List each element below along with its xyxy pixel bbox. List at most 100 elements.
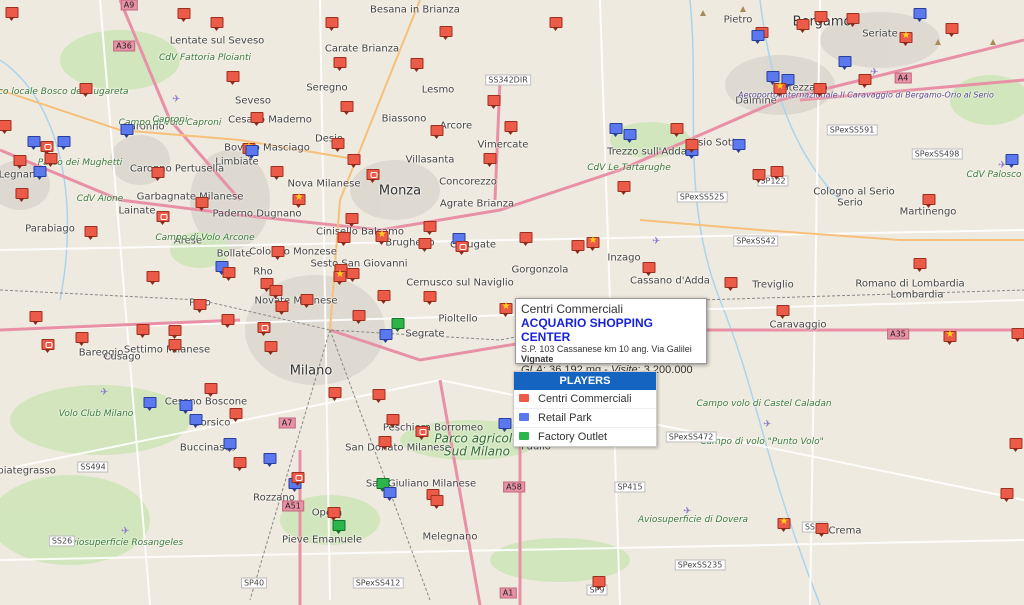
centro-commerciale-marker[interactable]: [229, 408, 243, 422]
legend-item-retail-park[interactable]: Retail Park: [514, 408, 656, 427]
centro-commerciale-marker[interactable]: [375, 229, 389, 245]
centro-commerciale-marker[interactable]: [269, 285, 283, 299]
centro-commerciale-marker[interactable]: [813, 83, 827, 97]
centro-commerciale-marker[interactable]: [250, 112, 264, 126]
centro-commerciale-marker[interactable]: [41, 339, 55, 353]
centro-commerciale-marker[interactable]: [386, 414, 400, 428]
centro-commerciale-marker[interactable]: [777, 516, 791, 532]
centro-commerciale-marker[interactable]: [945, 23, 959, 37]
centro-commerciale-marker[interactable]: [455, 241, 469, 255]
centro-commerciale-marker[interactable]: [1000, 488, 1014, 502]
legend-item-factory-outlet[interactable]: Factory Outlet: [514, 427, 656, 446]
centro-commerciale-marker[interactable]: [423, 221, 437, 235]
centro-commerciale-marker[interactable]: [270, 166, 284, 180]
centro-commerciale-marker[interactable]: [340, 101, 354, 115]
centro-commerciale-marker[interactable]: [418, 238, 432, 252]
centro-commerciale-marker[interactable]: [586, 235, 600, 251]
centro-commerciale-marker[interactable]: [430, 125, 444, 139]
factory-outlet-marker[interactable]: [332, 520, 346, 534]
centro-commerciale-marker[interactable]: [168, 325, 182, 339]
retail-park-marker[interactable]: [609, 123, 623, 137]
retail-park-marker[interactable]: [838, 56, 852, 70]
centro-commerciale-marker[interactable]: [1011, 328, 1024, 342]
centro-commerciale-marker[interactable]: [815, 523, 829, 537]
centro-commerciale-marker[interactable]: [410, 58, 424, 72]
centro-commerciale-marker[interactable]: [483, 153, 497, 167]
centro-commerciale-marker[interactable]: [177, 8, 191, 22]
centro-commerciale-marker[interactable]: [377, 290, 391, 304]
centro-commerciale-marker[interactable]: [146, 271, 160, 285]
centro-commerciale-marker[interactable]: [345, 213, 359, 227]
retail-park-marker[interactable]: [498, 418, 512, 432]
centro-commerciale-marker[interactable]: [193, 299, 207, 313]
centro-commerciale-marker[interactable]: [752, 169, 766, 183]
centro-commerciale-marker[interactable]: [0, 120, 12, 134]
centro-commerciale-marker[interactable]: [84, 226, 98, 240]
centro-commerciale-marker[interactable]: [347, 154, 361, 168]
centro-commerciale-marker[interactable]: [487, 95, 501, 109]
centro-commerciale-marker[interactable]: [328, 387, 342, 401]
centro-commerciale-marker[interactable]: [372, 389, 386, 403]
centro-commerciale-marker[interactable]: [439, 26, 453, 40]
centro-commerciale-marker[interactable]: [75, 332, 89, 346]
retail-park-marker[interactable]: [379, 329, 393, 343]
centro-commerciale-marker[interactable]: [168, 339, 182, 353]
centro-commerciale-marker[interactable]: [233, 457, 247, 471]
centro-commerciale-marker[interactable]: [796, 19, 810, 33]
centro-commerciale-marker[interactable]: [685, 139, 699, 153]
centro-commerciale-marker[interactable]: [499, 301, 513, 317]
centro-commerciale-marker[interactable]: [504, 121, 518, 135]
retail-park-marker[interactable]: [245, 145, 259, 159]
centro-commerciale-marker[interactable]: [333, 269, 347, 285]
centro-commerciale-marker[interactable]: [773, 81, 787, 97]
centro-commerciale-marker[interactable]: [221, 314, 235, 328]
centro-commerciale-marker[interactable]: [943, 329, 957, 345]
retail-park-marker[interactable]: [179, 400, 193, 414]
centro-commerciale-marker[interactable]: [333, 57, 347, 71]
centro-commerciale-marker[interactable]: [770, 166, 784, 180]
centro-commerciale-marker[interactable]: [519, 232, 533, 246]
centro-commerciale-marker[interactable]: [300, 294, 314, 308]
centro-commerciale-marker[interactable]: [352, 310, 366, 324]
retail-park-marker[interactable]: [383, 487, 397, 501]
centro-commerciale-marker[interactable]: [776, 305, 790, 319]
centro-commerciale-marker[interactable]: [271, 246, 285, 260]
retail-park-marker[interactable]: [751, 30, 765, 44]
centro-commerciale-marker[interactable]: [337, 232, 351, 246]
retail-park-marker[interactable]: [1005, 154, 1019, 168]
centro-commerciale-marker[interactable]: [846, 13, 860, 27]
centro-commerciale-marker[interactable]: [29, 311, 43, 325]
centro-commerciale-marker[interactable]: [195, 197, 209, 211]
centro-commerciale-marker[interactable]: [378, 436, 392, 450]
centro-commerciale-marker[interactable]: [325, 17, 339, 31]
centro-commerciale-marker[interactable]: [670, 123, 684, 137]
centro-commerciale-marker[interactable]: [151, 167, 165, 181]
centro-commerciale-marker[interactable]: [257, 322, 271, 336]
centro-commerciale-marker[interactable]: [291, 472, 305, 486]
centro-commerciale-marker[interactable]: [226, 71, 240, 85]
centro-commerciale-marker[interactable]: [275, 301, 289, 315]
centro-commerciale-marker[interactable]: [366, 169, 380, 183]
centro-commerciale-marker[interactable]: [264, 341, 278, 355]
retail-park-marker[interactable]: [120, 124, 134, 138]
retail-park-marker[interactable]: [189, 414, 203, 428]
centro-commerciale-marker[interactable]: [79, 83, 93, 97]
centro-commerciale-marker[interactable]: [423, 291, 437, 305]
centro-commerciale-marker[interactable]: [346, 268, 360, 282]
centro-commerciale-marker[interactable]: [15, 188, 29, 202]
centro-commerciale-marker[interactable]: [899, 30, 913, 46]
legend-item-centri-commerciali[interactable]: Centri Commerciali: [514, 390, 656, 408]
centro-commerciale-marker[interactable]: [571, 240, 585, 254]
centro-commerciale-marker[interactable]: [44, 153, 58, 167]
retail-park-marker[interactable]: [623, 129, 637, 143]
retail-park-marker[interactable]: [223, 438, 237, 452]
centro-commerciale-marker[interactable]: [292, 192, 306, 208]
centro-commerciale-marker[interactable]: [222, 267, 236, 281]
centro-commerciale-marker[interactable]: [814, 11, 828, 25]
centro-commerciale-marker[interactable]: [922, 194, 936, 208]
centro-commerciale-marker[interactable]: [136, 324, 150, 338]
centro-commerciale-marker[interactable]: [331, 138, 345, 152]
centro-commerciale-marker[interactable]: [617, 181, 631, 195]
centro-commerciale-marker[interactable]: [913, 258, 927, 272]
centro-commerciale-marker[interactable]: [724, 277, 738, 291]
